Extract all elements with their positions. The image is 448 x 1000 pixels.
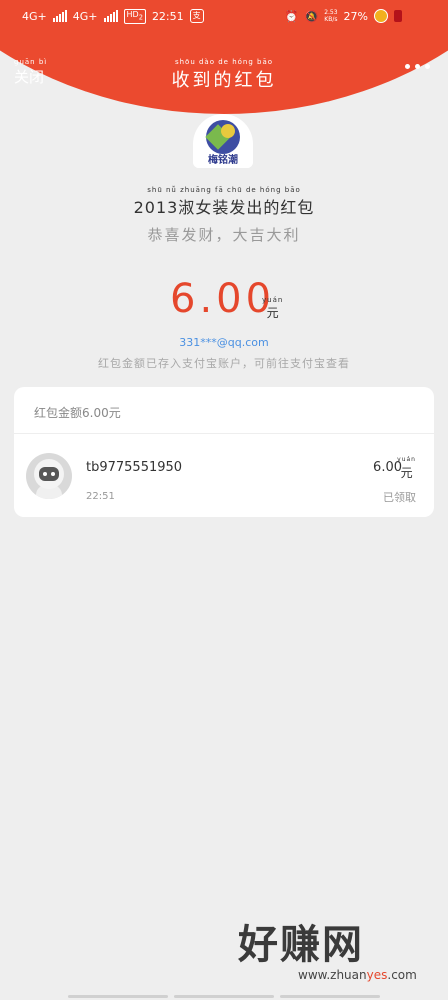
network-label-2: 4G+ <box>72 9 98 23</box>
coin-icon <box>374 9 388 23</box>
avatar-text: 梅铭潮 <box>193 154 253 168</box>
sender-pinyin: shū nǚ zhuāng fā chū de hóng bāo <box>147 186 301 194</box>
divider <box>14 433 434 434</box>
amount-value: 6.00 <box>170 276 276 322</box>
net-speed: 2.53 KB/s <box>324 9 337 23</box>
battery-icon <box>394 10 402 22</box>
wish-text: 恭喜发财，大吉大利 <box>147 226 301 244</box>
receiver-name: tb9775551950 <box>86 460 183 475</box>
net-speed-unit: KB/s <box>324 16 338 23</box>
watermark-url-c: .com <box>387 968 417 982</box>
battery-percent: 27% <box>343 9 368 23</box>
amount-unit-text: 元 <box>266 306 279 320</box>
page-title: shōu dào de hóng bāo 收到的红包 <box>0 58 448 92</box>
receiver-avatar[interactable] <box>26 453 72 499</box>
watermark-url: www.zhuanyes.com <box>298 968 417 982</box>
mute-icon: 🔕 <box>304 9 319 23</box>
net-speed-value: 2.53 <box>324 9 338 16</box>
title-text: 收到的红包 <box>171 70 277 91</box>
hd-icon: HD2 <box>123 9 146 24</box>
receive-status: 已领取 <box>383 491 416 504</box>
signal-icon-2 <box>103 10 118 23</box>
sender-name-text: 2013淑女装发出的红包 <box>133 198 315 217</box>
watermark-url-b: yes <box>366 968 388 982</box>
gesture-bar <box>0 992 448 1000</box>
app-notification-icon: 支 <box>189 9 204 24</box>
status-bar: 4G+ 4G+ HD2 22:51 支 ⏰ 🔕 2.53 KB/s 27% <box>0 0 448 34</box>
card-header: 红包金额6.00元 <box>34 406 121 420</box>
receiver-card: 红包金额6.00元 tb9775551950 22:51 6.00 yuán 元… <box>14 387 434 517</box>
header: guān bì 关闭 shōu dào de hóng bāo 收到的红包 <box>0 34 448 114</box>
deposit-notice: 红包金额已存入支付宝账户，可前往支付宝查看 <box>98 357 350 370</box>
alarm-icon: ⏰ <box>284 9 299 23</box>
watermark-brand: 好赚网 <box>238 922 364 968</box>
receive-unit-text: 元 <box>400 466 413 480</box>
amount-unit-pinyin: yuán <box>262 296 284 304</box>
sender-name: shū nǚ zhuāng fā chū de hóng bāo 2013淑女装… <box>0 186 448 218</box>
more-menu-icon[interactable] <box>405 64 430 69</box>
signal-icon <box>52 10 67 23</box>
sender-avatar: 梅铭潮 <box>193 114 253 168</box>
title-pinyin: shōu dào de hóng bāo <box>174 58 274 66</box>
receive-time: 22:51 <box>86 491 115 502</box>
account-email[interactable]: 331***@qq.com <box>0 336 448 349</box>
receive-unit: yuán 元 <box>397 456 416 481</box>
receive-unit-pinyin: yuán <box>397 456 416 463</box>
amount-unit: yuán 元 <box>262 296 283 321</box>
network-label-1: 4G+ <box>22 9 47 23</box>
hd-label: HD <box>126 10 139 19</box>
status-time: 22:51 <box>151 9 184 23</box>
hd-sub: 2 <box>138 13 143 22</box>
watermark-url-a: www.zhuan <box>298 968 367 982</box>
